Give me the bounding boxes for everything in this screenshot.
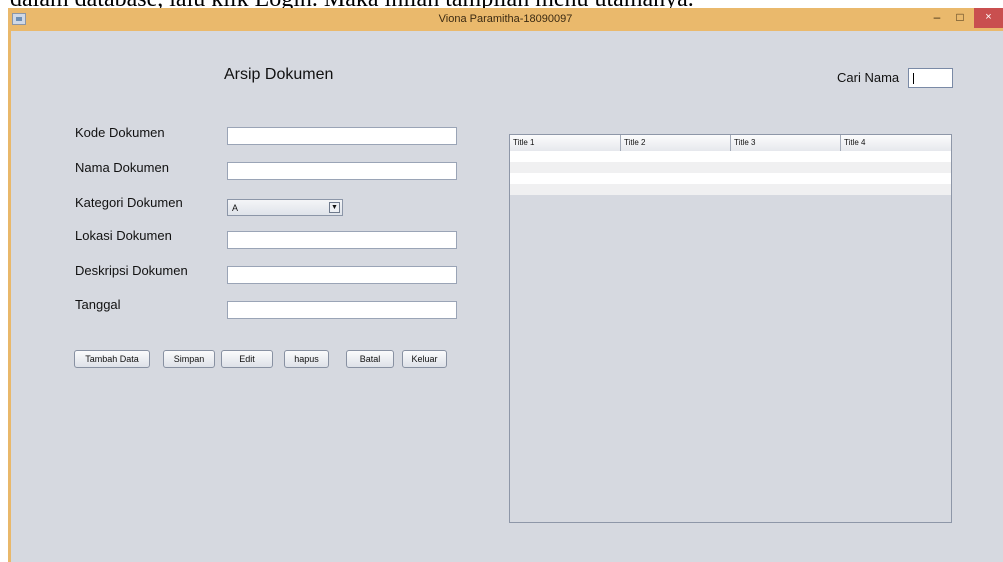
keluar-button[interactable]: Keluar	[402, 350, 447, 368]
tanggal-input[interactable]	[227, 301, 457, 319]
table-header: Title 1 Title 2 Title 3 Title 4	[510, 135, 951, 152]
nama-dokumen-label: Nama Dokumen	[75, 160, 169, 175]
tanggal-label: Tanggal	[75, 297, 121, 312]
table-row[interactable]	[510, 151, 951, 162]
kode-dokumen-input[interactable]	[227, 127, 457, 145]
app-window: Viona Paramitha-18090097 – □ × Arsip Dok…	[8, 8, 1003, 562]
column-header[interactable]: Title 4	[841, 135, 951, 151]
table-row[interactable]	[510, 162, 951, 173]
batal-button[interactable]: Batal	[346, 350, 394, 368]
column-header[interactable]: Title 2	[621, 135, 731, 151]
kategori-dokumen-label: Kategori Dokumen	[75, 195, 183, 210]
minimize-button[interactable]: –	[926, 8, 948, 28]
table-row[interactable]	[510, 184, 951, 195]
column-header[interactable]: Title 3	[731, 135, 841, 151]
edit-button[interactable]: Edit	[221, 350, 273, 368]
kode-dokumen-label: Kode Dokumen	[75, 125, 165, 140]
maximize-button[interactable]: □	[948, 8, 972, 28]
deskripsi-dokumen-label: Deskripsi Dokumen	[75, 263, 188, 278]
window-title: Viona Paramitha-18090097	[438, 13, 573, 25]
search-input[interactable]	[908, 68, 953, 88]
simpan-button[interactable]: Simpan	[163, 350, 215, 368]
kategori-dokumen-select[interactable]: A ▼	[227, 199, 343, 216]
data-table[interactable]: Title 1 Title 2 Title 3 Title 4	[509, 134, 952, 523]
table-row[interactable]	[510, 173, 951, 184]
tambah-data-button[interactable]: Tambah Data	[74, 350, 150, 368]
search-label: Cari Nama	[837, 70, 900, 85]
lokasi-dokumen-input[interactable]	[227, 231, 457, 249]
hapus-button[interactable]: hapus	[284, 350, 329, 368]
close-button[interactable]: ×	[974, 8, 1003, 28]
deskripsi-dokumen-input[interactable]	[227, 266, 457, 284]
column-header[interactable]: Title 1	[510, 135, 621, 151]
form-panel: Arsip Dokumen Cari Nama Kode Dokumen Nam…	[11, 31, 1003, 562]
title-bar[interactable]: Viona Paramitha-18090097 – □ ×	[8, 8, 1003, 31]
dropdown-arrow-icon[interactable]: ▼	[329, 202, 340, 213]
form-heading: Arsip Dokumen	[224, 66, 334, 83]
kategori-selected-value: A	[232, 203, 239, 213]
nama-dokumen-input[interactable]	[227, 162, 457, 180]
lokasi-dokumen-label: Lokasi Dokumen	[75, 228, 172, 243]
